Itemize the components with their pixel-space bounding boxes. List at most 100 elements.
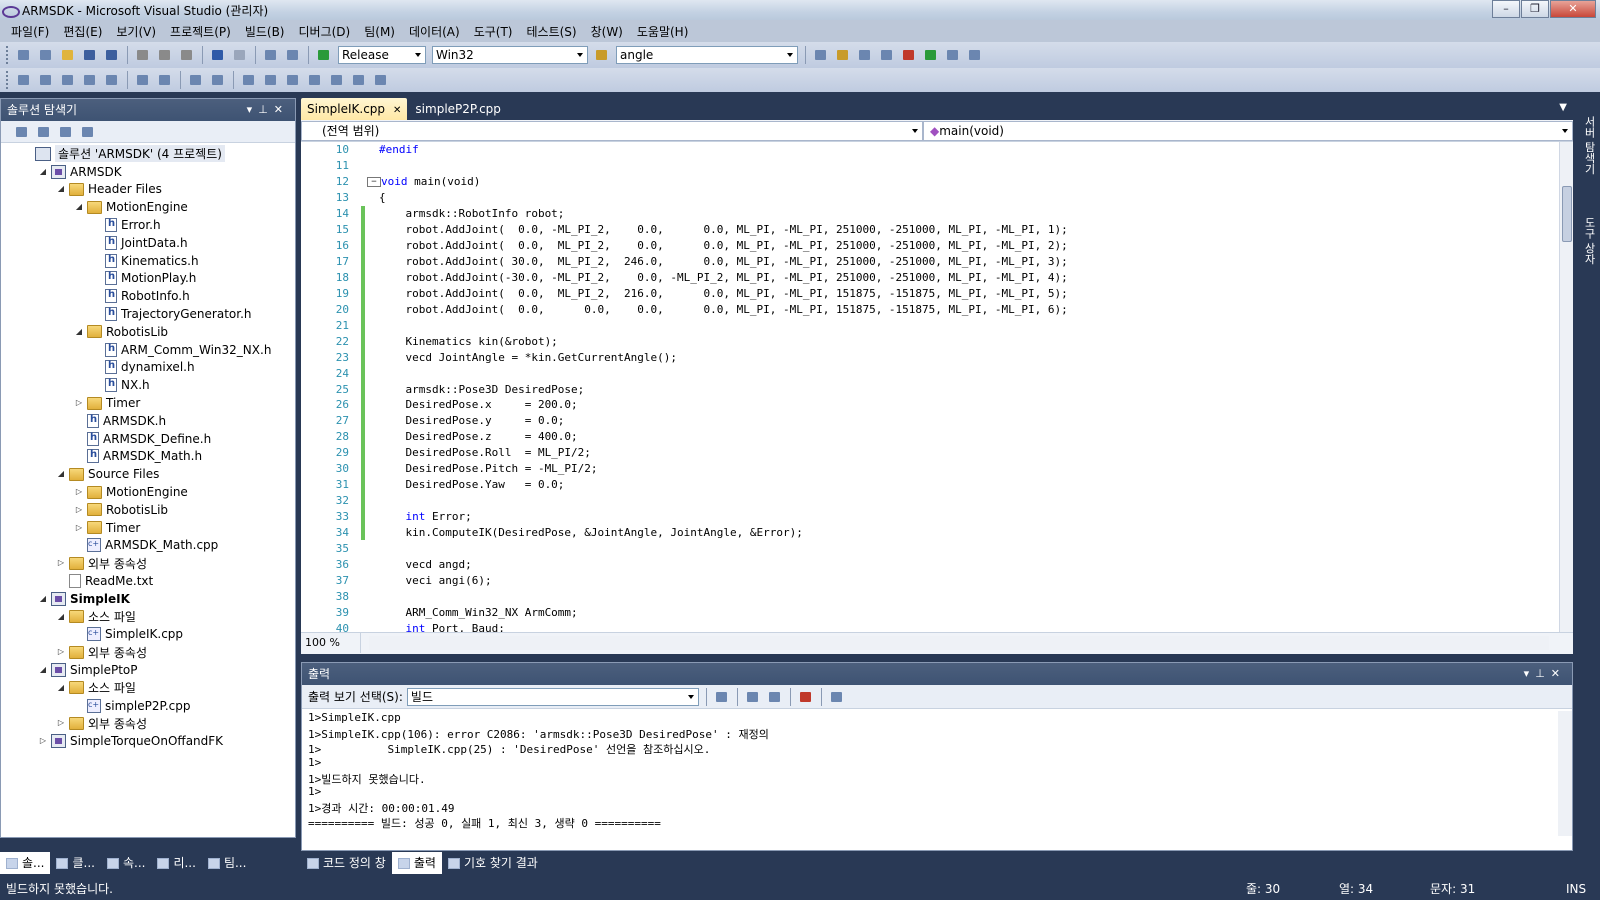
class-diagram-icon[interactable] (79, 124, 97, 140)
navigate-backward-icon[interactable] (262, 47, 280, 63)
undo-icon[interactable] (209, 47, 227, 63)
tab-simpleik-cpp[interactable]: SimpleIK.cpp ✕ (301, 98, 408, 120)
tree-item[interactable]: Kinematics.h (1, 252, 295, 270)
tree-item[interactable]: ▷ 외부 종속성 (1, 715, 295, 733)
output-source-select[interactable]: 빌드 (406, 687, 699, 706)
tree-item[interactable]: ◢ ARMSDK (1, 163, 295, 181)
tree-item[interactable]: ▷ Timer (1, 394, 295, 412)
left-bottom-tab[interactable]: 팀... (202, 852, 252, 874)
code-line[interactable]: 17 robot.AddJoint( 30.0, ML_PI_2, 246.0,… (301, 253, 1559, 270)
uncomment-icon[interactable] (209, 72, 227, 88)
properties-icon[interactable] (13, 124, 31, 140)
tree-item[interactable]: ARMSDK_Define.h (1, 430, 295, 448)
pin-icon[interactable]: ⊥ (1535, 667, 1551, 680)
tab-simplep2p-cpp[interactable]: simpleP2P.cpp (409, 98, 507, 120)
expand-icon[interactable]: ▷ (73, 522, 85, 534)
start-page-icon[interactable] (922, 47, 940, 63)
clear-bookmarks-icon[interactable] (372, 72, 390, 88)
tree-item[interactable]: ◢ 소스 파일 (1, 679, 295, 697)
new-project-icon[interactable] (15, 47, 33, 63)
code-line[interactable]: 25 armsdk::Pose3D DesiredPose; (301, 381, 1559, 397)
panel-close-icon[interactable]: ✕ (274, 103, 289, 116)
bookmark-window-icon[interactable] (350, 72, 368, 88)
parameter-info-icon[interactable] (37, 72, 55, 88)
collapse-region-icon[interactable]: − (367, 176, 381, 187)
menu-item-5[interactable]: 디버그(D) (292, 23, 358, 40)
tree-item[interactable]: ▷ Timer (1, 519, 295, 537)
code-line[interactable]: 30 DesiredPose.Pitch = -ML_PI/2; (301, 460, 1559, 477)
find-combo[interactable]: angle (616, 46, 798, 64)
code-line[interactable]: 40 int Port, Baud; (301, 620, 1559, 632)
display-word-icon[interactable] (103, 72, 121, 88)
code-line[interactable]: 34 kin.ComputeIK(DesiredPose, &JointAngl… (301, 524, 1559, 541)
left-bottom-tab[interactable]: 솔... (0, 852, 51, 874)
expand-icon[interactable]: ▷ (55, 717, 67, 729)
tree-item[interactable]: ▷ 외부 종속성 (1, 554, 295, 572)
tree-item[interactable]: ▷ 외부 종속성 (1, 643, 295, 661)
decrease-indent-icon[interactable] (134, 72, 152, 88)
next-message-icon[interactable] (766, 689, 784, 705)
tree-item[interactable]: ◢ SimplePtoP (1, 661, 295, 679)
collapse-icon[interactable]: ◢ (55, 682, 67, 694)
tree-item[interactable]: SimpleIK.cpp (1, 626, 295, 644)
tree-item[interactable]: RobotInfo.h (1, 287, 295, 305)
expand-icon[interactable]: ▷ (73, 504, 85, 516)
active-files-dropdown-icon[interactable]: ▼ (1559, 102, 1567, 113)
collapse-icon[interactable]: ◢ (55, 468, 67, 480)
code-line[interactable]: 36 vecd angd; (301, 556, 1559, 572)
expand-icon[interactable]: ▷ (73, 486, 85, 498)
minimize-button[interactable]: – (1492, 0, 1520, 18)
bottom-tool-tab[interactable]: 기호 찾기 결과 (442, 852, 544, 874)
editor-horizontal-scrollbar[interactable] (368, 636, 1549, 650)
tools-icon[interactable] (900, 47, 918, 63)
tree-item[interactable]: ◢ SimpleIK (1, 590, 295, 608)
tree-item[interactable]: ARMSDK_Math.h (1, 448, 295, 466)
tree-item[interactable]: ◢ RobotisLib (1, 323, 295, 341)
tree-item[interactable]: ARMSDK_Math.cpp (1, 537, 295, 555)
solution-config-select[interactable]: Release (338, 46, 426, 64)
maximize-button[interactable]: ❐ (1521, 0, 1549, 18)
tree-item[interactable]: ▷ RobotisLib (1, 501, 295, 519)
menu-item-6[interactable]: 팀(M) (357, 23, 402, 40)
tree-item[interactable]: TrajectoryGenerator.h (1, 305, 295, 323)
menu-item-8[interactable]: 도구(T) (467, 23, 520, 40)
tree-item[interactable]: ◢ Source Files (1, 465, 295, 483)
code-line[interactable]: 10 #endif (301, 142, 1559, 158)
tree-item[interactable]: 솔루션 'ARMSDK' (4 프로젝트) (1, 145, 295, 163)
save-icon[interactable] (81, 47, 99, 63)
expand-icon[interactable]: ▷ (55, 557, 67, 569)
bottom-tool-tab[interactable]: 코드 정의 창 (301, 852, 392, 874)
zoom-select[interactable]: 100 % (301, 633, 361, 653)
previous-bookmark-icon[interactable] (262, 72, 280, 88)
show-all-files-icon[interactable] (35, 124, 53, 140)
panel-menu-icon[interactable]: ▾ (247, 103, 259, 116)
cut-icon[interactable] (134, 47, 152, 63)
panel-close-icon[interactable]: ✕ (1551, 667, 1566, 680)
next-bookmark-icon[interactable] (284, 72, 302, 88)
solution-explorer-icon[interactable] (812, 47, 830, 63)
collapse-icon[interactable]: ◢ (73, 201, 85, 213)
redo-icon[interactable] (231, 47, 249, 63)
collapse-icon[interactable]: ◢ (55, 611, 67, 623)
collapse-icon[interactable]: ◢ (55, 183, 67, 195)
left-bottom-tab[interactable]: 리... (151, 852, 201, 874)
navigate-forward-icon[interactable] (284, 47, 302, 63)
refresh-icon[interactable] (57, 124, 75, 140)
previous-message-icon[interactable] (744, 689, 762, 705)
code-line[interactable]: 32 (301, 492, 1559, 509)
collapse-icon[interactable]: ◢ (37, 664, 49, 676)
code-line[interactable]: 29 DesiredPose.Roll = ML_PI/2; (301, 444, 1559, 461)
left-bottom-tab[interactable]: 속... (101, 852, 151, 874)
output-vertical-scrollbar[interactable] (1558, 711, 1572, 836)
tree-item[interactable]: ◢ 소스 파일 (1, 608, 295, 626)
object-browser-icon[interactable] (856, 47, 874, 63)
code-line[interactable]: 21 (301, 317, 1559, 334)
toggle-bookmark-icon[interactable] (240, 72, 258, 88)
code-line[interactable]: 22 Kinematics kin(&robot); (301, 333, 1559, 350)
code-line[interactable]: 35 (301, 540, 1559, 556)
tree-item[interactable]: ◢ Header Files (1, 181, 295, 199)
tree-item[interactable]: ARM_Comm_Win32_NX.h (1, 341, 295, 359)
toggle-word-wrap-icon[interactable] (828, 689, 846, 705)
collapse-icon[interactable]: ◢ (37, 166, 49, 178)
menu-item-11[interactable]: 도움말(H) (630, 23, 696, 40)
